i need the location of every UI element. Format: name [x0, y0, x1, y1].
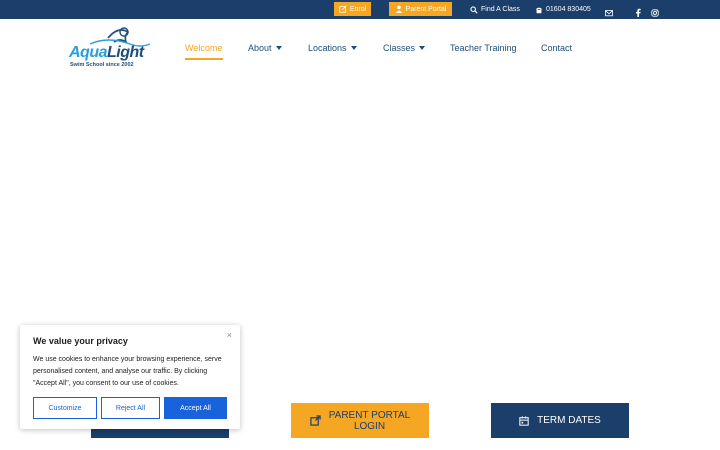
chevron-down-icon [350, 46, 357, 50]
instagram-icon [651, 9, 659, 17]
calendar-icon [519, 415, 529, 426]
cookie-description: We use cookies to enhance your browsing … [33, 356, 222, 387]
site-logo[interactable]: AquaLight Swim School since 2002 [68, 24, 153, 74]
instagram-link[interactable] [651, 4, 661, 17]
enrol-label: Enrol [349, 5, 367, 13]
nav-item-classes[interactable]: Classes [383, 43, 426, 53]
chevron-down-icon [419, 46, 426, 50]
nav-item-locations[interactable]: Locations [308, 43, 357, 53]
external-link-icon [309, 415, 321, 426]
nav-item-label: Contact [541, 43, 573, 53]
user-icon [395, 5, 402, 13]
parent-portal-login-label: PARENT PORTAL LOGIN [328, 409, 411, 432]
email-link[interactable] [605, 4, 615, 17]
logo-wordmark: AquaLight [69, 44, 144, 62]
facebook-icon [636, 8, 641, 17]
nav-item-label: Teacher Training [450, 43, 517, 53]
cookie-consent-banner: × We value your privacy We use cookies t… [20, 325, 240, 429]
facebook-link[interactable] [634, 4, 644, 17]
accept-all-button[interactable]: Accept All [164, 397, 227, 419]
term-dates-label: TERM DATES [537, 415, 601, 426]
nav-item-about[interactable]: About [248, 43, 282, 53]
nav-item-label: Welcome [185, 43, 223, 53]
phone-number: 01604 830405 [546, 6, 591, 13]
parent-portal-label: Parent Portal [405, 5, 447, 13]
active-nav-underline [185, 58, 223, 60]
edit-icon [339, 5, 347, 13]
enrol-button[interactable]: Enrol [334, 2, 371, 16]
logo-tagline: Swim School since 2002 [70, 62, 134, 68]
chevron-down-icon [275, 46, 282, 50]
nav-item-teacher-training[interactable]: Teacher Training [450, 43, 517, 53]
phone-link[interactable]: 01604 830405 [535, 4, 591, 15]
parent-portal-login-button[interactable]: PARENT PORTAL LOGIN [291, 403, 429, 438]
site-header: AquaLight Swim School since 2002 Welcome… [0, 19, 720, 79]
find-class-link[interactable]: Find A Class [470, 4, 520, 15]
logo-brand-secondary: Light [107, 44, 144, 61]
customize-button[interactable]: Customize [33, 397, 97, 419]
term-dates-button[interactable]: TERM DATES [491, 403, 629, 438]
find-class-label: Find A Class [481, 6, 520, 13]
top-bar: Enrol Parent Portal Find A Class 01604 8… [0, 0, 720, 19]
phone-icon [535, 7, 543, 13]
reject-all-button[interactable]: Reject All [101, 397, 160, 419]
cookie-title: We value your privacy [33, 336, 128, 346]
nav-item-label: Locations [308, 43, 347, 53]
close-icon[interactable]: × [227, 330, 232, 340]
search-icon [470, 5, 478, 14]
nav-item-contact[interactable]: Contact [541, 43, 572, 53]
logo-brand-primary: Aqua [69, 44, 108, 61]
envelope-icon [605, 10, 613, 17]
nav-item-label: Classes [383, 43, 416, 53]
nav-item-welcome[interactable]: Welcome [185, 43, 222, 53]
nav-item-label: About [248, 43, 272, 53]
parent-portal-button[interactable]: Parent Portal [389, 2, 452, 16]
